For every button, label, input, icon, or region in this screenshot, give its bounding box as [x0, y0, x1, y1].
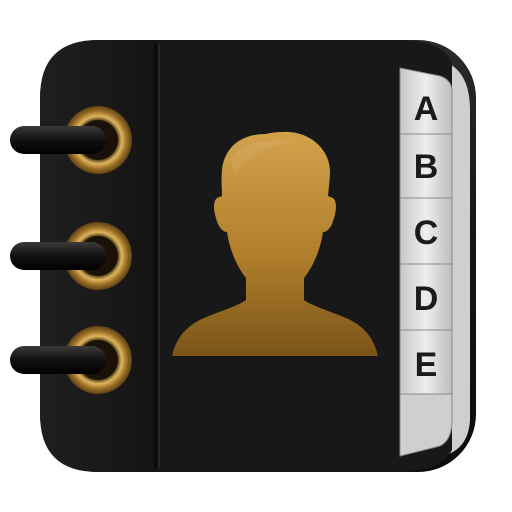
address-book-app-icon[interactable]: A B C D E [0, 0, 512, 512]
binder-rings [10, 106, 132, 394]
tab-a-label: A [414, 90, 439, 128]
alphabet-tabs[interactable]: A B C D E [399, 67, 453, 457]
tab-e-label: E [415, 346, 438, 384]
tab-b-label: B [414, 148, 439, 186]
tab-c[interactable]: C [399, 197, 453, 265]
tab-b[interactable]: B [399, 133, 453, 199]
tab-a[interactable]: A [399, 67, 453, 135]
tab-d-label: D [414, 280, 439, 318]
tab-e[interactable]: E [399, 329, 453, 395]
tab-c-label: C [414, 214, 439, 252]
tab-d[interactable]: D [399, 263, 453, 331]
